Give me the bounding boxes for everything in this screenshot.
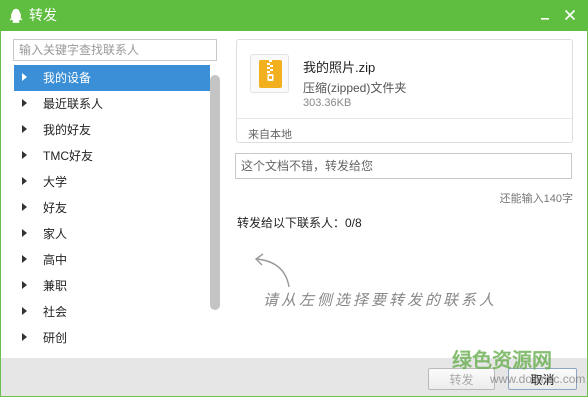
expand-arrow-icon[interactable]: [22, 307, 27, 315]
expand-arrow-icon[interactable]: [22, 125, 27, 133]
file-type: 压缩(zipped)文件夹: [303, 81, 407, 95]
contact-group-label: 大学: [43, 175, 68, 189]
contact-group-list: 我的设备 最近联系人 我的好友 TMC好友 大学 好友 家人 高中 兼职 社会 …: [14, 65, 210, 351]
contact-group-label: 好友: [43, 201, 68, 215]
contact-group-label: 兼职: [43, 279, 68, 293]
expand-arrow-icon[interactable]: [22, 151, 27, 159]
contact-group-label: 我的好友: [43, 123, 92, 137]
contact-list-scrollbar[interactable]: [210, 75, 220, 310]
window-title: 转发: [29, 7, 57, 23]
watermark-title: 绿色资源网: [452, 348, 552, 372]
minimize-icon: [541, 18, 549, 20]
close-button[interactable]: [561, 6, 579, 24]
close-icon: [564, 9, 576, 21]
watermark-url: www.downcc.com: [490, 372, 586, 386]
title-bar[interactable]: 转发: [0, 0, 588, 31]
contact-group-item[interactable]: 好友: [14, 195, 210, 221]
expand-arrow-icon[interactable]: [22, 333, 27, 341]
contact-group-label: 家人: [43, 227, 68, 241]
contact-group-item[interactable]: 兼职: [14, 273, 210, 299]
penguin-icon: [9, 8, 23, 23]
expand-arrow-icon[interactable]: [22, 99, 27, 107]
file-source: 来自本地: [248, 129, 292, 141]
expand-arrow-icon[interactable]: [22, 203, 27, 211]
zip-file-icon: [259, 60, 282, 88]
forward-recipient-count: 转发给以下联系人：0/8: [237, 216, 362, 230]
contact-group-item[interactable]: 最近联系人: [14, 91, 210, 117]
curved-arrow-icon: [254, 253, 290, 288]
file-card: 我的照片.zip 压缩(zipped)文件夹 303.36KB 来自本地: [236, 39, 573, 143]
expand-arrow-icon[interactable]: [22, 73, 27, 81]
select-contact-hint: 请从左侧选择要转发的联系人: [263, 291, 498, 309]
minimize-button[interactable]: [536, 6, 554, 24]
expand-arrow-icon[interactable]: [22, 229, 27, 237]
contact-group-label: 最近联系人: [43, 97, 104, 111]
contact-group-item[interactable]: 社会: [14, 299, 210, 325]
contact-group-item[interactable]: TMC好友: [14, 143, 210, 169]
contact-group-item[interactable]: 我的设备: [14, 65, 210, 91]
contact-group-item[interactable]: 研创: [14, 325, 210, 351]
file-thumbnail: [250, 54, 289, 93]
char-limit-text: 还能输入140字: [499, 193, 573, 205]
file-card-divider: [237, 118, 572, 119]
contact-group-label: TMC好友: [43, 149, 93, 163]
contact-group-item[interactable]: 大学: [14, 169, 210, 195]
contact-search-input[interactable]: [13, 39, 217, 61]
contact-group-item[interactable]: 家人: [14, 221, 210, 247]
expand-arrow-icon[interactable]: [22, 281, 27, 289]
expand-arrow-icon[interactable]: [22, 255, 27, 263]
expand-arrow-icon[interactable]: [22, 177, 27, 185]
contact-group-label: 社会: [43, 305, 68, 319]
contact-group-label: 高中: [43, 253, 68, 267]
contact-group-item[interactable]: 高中: [14, 247, 210, 273]
file-name: 我的照片.zip: [303, 60, 376, 75]
contact-group-item[interactable]: 我的好友: [14, 117, 210, 143]
message-input[interactable]: [235, 153, 572, 179]
file-size: 303.36KB: [303, 97, 352, 109]
contact-group-label: 我的设备: [43, 71, 92, 85]
contact-group-label: 研创: [43, 331, 68, 345]
